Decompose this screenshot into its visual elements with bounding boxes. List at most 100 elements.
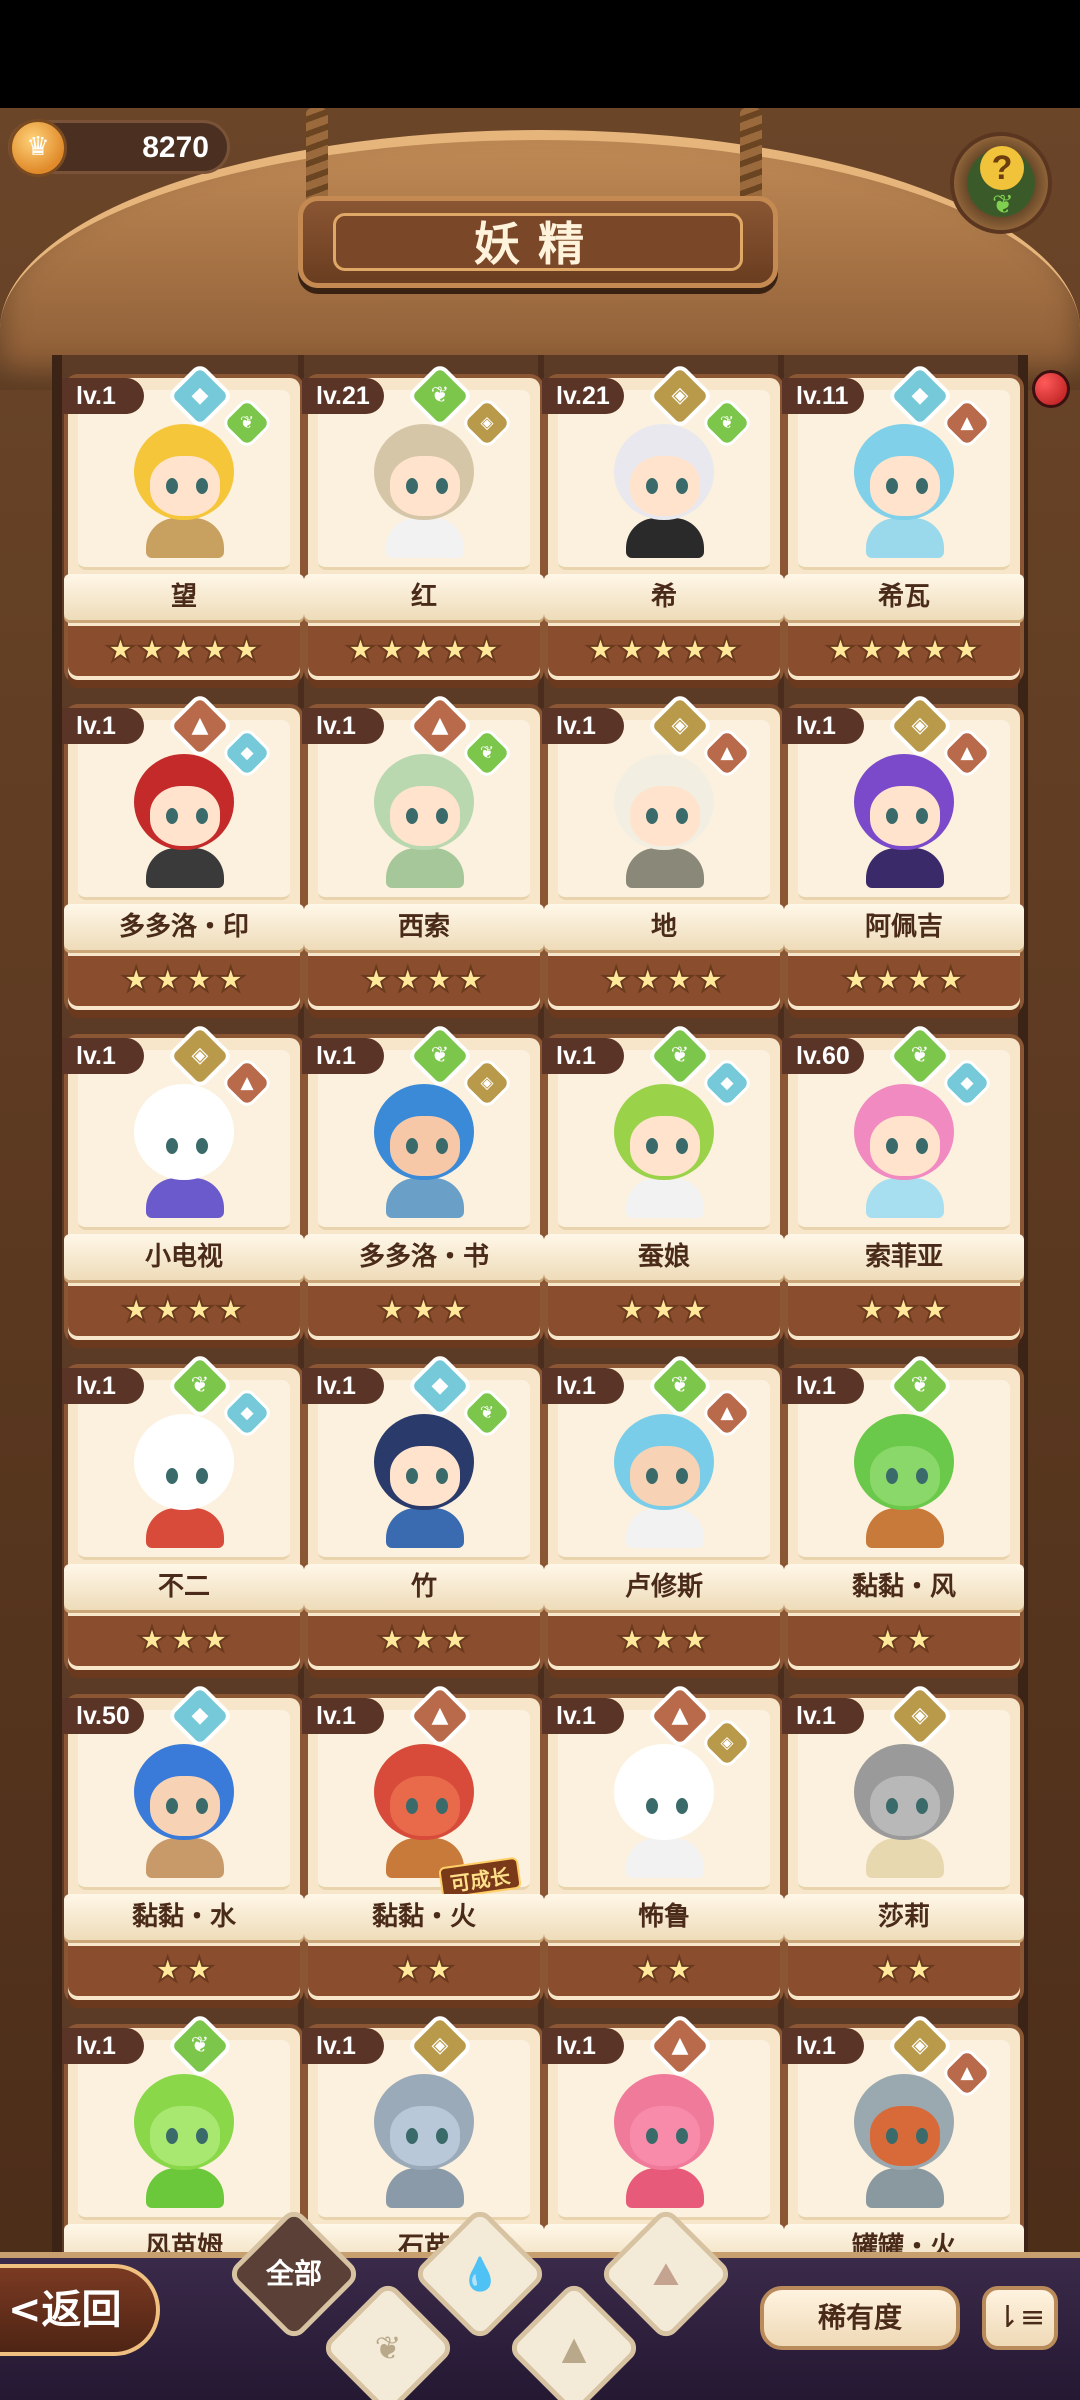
green-glyph: ❦ [430,383,450,408]
star-icon: ★ [679,629,712,671]
rarity-sort-button[interactable]: 稀有度 [760,2286,960,2350]
fairy-face [150,786,220,846]
star-icon: ★ [663,1949,696,1991]
star-icon: ★ [407,1289,440,1331]
title-plaque: 妖精 [298,196,778,288]
fairy-card[interactable]: lv.21 ◈ ❦ 希 ★★★★★ [542,362,784,680]
fairy-portrait [596,748,732,888]
green-glyph: ❦ [719,413,735,433]
star-icon: ★ [616,1619,649,1661]
fairy-eye [916,2128,928,2144]
fairy-eye [436,1798,448,1814]
green-glyph: ❦ [479,1403,495,1423]
fairy-eye [406,1798,418,1814]
fairy-eye [196,808,208,824]
fairy-eye [886,2128,898,2144]
level-label: lv.21 [302,378,384,414]
fairy-card[interactable]: lv.1 ❦ ◈ 多多洛・书 ★★★ [302,1022,544,1340]
fairy-body [626,1838,704,1878]
fairy-card[interactable]: lv.1 ❦ 黏黏・风 ★★ [782,1352,1024,1670]
fairy-card[interactable]: lv.1 ◈ ▲ 地 ★★★★ [542,692,784,1010]
star-icon: ★ [167,629,200,671]
level-label: lv.1 [542,1038,624,1074]
fairy-body [386,1178,464,1218]
fairy-body [866,518,944,558]
level-label: lv.1 [62,378,144,414]
fairy-card[interactable]: lv.1 ❦ ▲ 卢修斯 ★★★ [542,1352,784,1670]
fairy-card[interactable]: lv.1 ▲ ❦ 西索 ★★★★ [302,692,544,1010]
coin-icon: ♛ [9,119,67,177]
fairy-eye [436,808,448,824]
star-icon: ★ [600,959,633,1001]
fairy-eye [916,478,928,494]
fairy-card[interactable]: lv.1 ▲ ◈ 怖鲁 ★★ [542,1682,784,2000]
star-icon: ★ [392,959,425,1001]
fairy-eye [886,1798,898,1814]
fairy-card[interactable]: lv.11 ◆ ▲ 希瓦 ★★★★★ [782,362,1024,680]
star-rating: ★★★ [68,1616,300,1666]
level-label: lv.1 [782,2028,864,2064]
fairy-portrait [596,418,732,558]
fairy-card[interactable]: lv.60 ❦ ◆ 索菲亚 ★★★ [782,1022,1024,1340]
fairy-portrait [116,1408,252,1548]
star-rating: ★★★★ [788,956,1020,1006]
fairy-card[interactable]: lv.1 ◈ 莎莉 ★★ [782,1682,1024,2000]
back-button[interactable]: <返回 [0,2264,160,2356]
fairy-face [390,456,460,516]
fairy-eye [406,808,418,824]
fairy-card[interactable]: lv.21 ❦ ◈ 红 ★★★★★ [302,362,544,680]
fairy-card[interactable]: lv.1 ❦ ◆ 蚕娘 ★★★ [542,1022,784,1340]
green-glyph: ❦ [670,1373,690,1398]
fairy-card[interactable]: lv.1 ◆ ❦ 望 ★★★★★ [62,362,304,680]
fairy-card[interactable]: lv.1 ◆ ❦ 竹 ★★★ [302,1352,544,1670]
fairy-eye [436,1138,448,1154]
fairy-portrait [836,748,972,888]
fairy-portrait [356,748,492,888]
fairy-face [630,1776,700,1836]
green-glyph: ❦ [190,2033,210,2058]
gold-glyph: ◈ [911,2033,929,2058]
fairy-portrait [116,1078,252,1218]
star-icon: ★ [392,1949,425,1991]
star-icon: ★ [152,959,185,1001]
red-glyph: ▲ [960,413,974,433]
level-label: lv.1 [302,1038,384,1074]
fairy-eye [916,1468,928,1484]
fairy-card[interactable]: lv.1 ❦ ◆ 不二 ★★★ [62,1352,304,1670]
fairy-portrait [836,2068,972,2208]
star-icon: ★ [872,1619,905,1661]
sort-order-button[interactable]: ⇂≡ [982,2286,1058,2350]
fairy-face [630,1446,700,1506]
fairy-card[interactable]: lv.50 ◆ 黏黏・水 ★★ [62,1682,304,2000]
fairy-body [626,518,704,558]
blue-glyph: ◆ [191,1703,209,1728]
fairy-eye [886,1468,898,1484]
fairy-eye [916,808,928,824]
star-icon: ★ [183,1949,216,1991]
star-icon: ★ [439,1619,472,1661]
fairy-card[interactable]: lv.1 ◈ ▲ 小电视 ★★★★ [62,1022,304,1340]
star-icon: ★ [616,1289,649,1331]
fairy-eye [166,1138,178,1154]
fairy-eye [886,478,898,494]
blue-glyph: ◆ [240,743,254,763]
fairy-card[interactable]: lv.1 ▲ ◆ 多多洛・印 ★★★★ [62,692,304,1010]
level-label: lv.1 [542,708,624,744]
star-rating: ★★★★★ [548,626,780,676]
level-label: lv.1 [542,1698,624,1734]
star-icon: ★ [230,629,263,671]
fairy-eye [436,478,448,494]
fairy-card[interactable]: lv.1 ▲ 可成长 黏黏・火 ★★ [302,1682,544,2000]
fairy-card[interactable]: lv.1 ◈ ▲ 阿佩吉 ★★★★ [782,692,1024,1010]
ladybug-icon[interactable] [1032,370,1070,408]
fairy-eye [196,2128,208,2144]
green-glyph: ❦ [670,1043,690,1068]
gold-glyph: ◈ [480,1073,494,1093]
fairy-face [870,2106,940,2166]
status-bar [0,0,1080,108]
star-icon: ★ [903,1949,936,1991]
fairy-portrait [116,2068,252,2208]
red-glyph: ▲ [671,1703,689,1728]
help-button[interactable]: ? ❦ [950,132,1052,234]
star-icon: ★ [344,629,377,671]
